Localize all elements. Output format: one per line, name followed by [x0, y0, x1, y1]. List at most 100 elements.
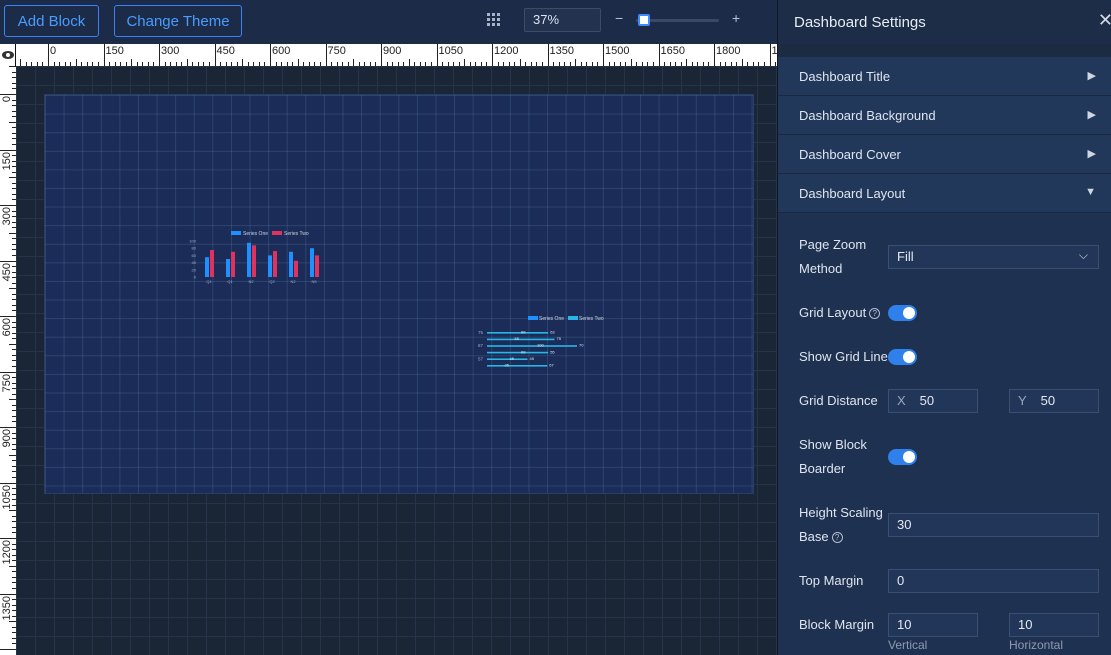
x-tick-label: Q1 — [206, 279, 212, 284]
ruler-tick — [0, 260, 16, 262]
label-line: Show Block — [799, 437, 867, 452]
dashboard-editor: Add Block Change Theme 37% − + 0 150 300 45… — [0, 0, 1111, 655]
section-dashboard-layout[interactable]: Dashboard Layout ▼ — [778, 174, 1111, 213]
ruler-label: 1350 — [549, 45, 574, 57]
value-label: 68 — [521, 349, 526, 354]
hbar — [487, 358, 528, 360]
grid-layout-toggle[interactable] — [888, 305, 917, 321]
grid-distance-x-input[interactable]: X 50 — [888, 389, 978, 413]
legend-series-one-swatch — [528, 316, 538, 320]
bar-chart-widget[interactable]: Series One Series Two 100 80 60 40 20 0 Q1 Q1 N… — [170, 227, 320, 297]
hbar — [487, 338, 555, 341]
eye-icon — [2, 51, 14, 59]
ruler-tick — [741, 59, 743, 66]
vertical-ruler: 0 150 300 450 600 750 900 1050 1200 1350 — [0, 66, 16, 655]
legend-series-two: Series Two — [579, 316, 604, 322]
section-label: Dashboard Background — [799, 107, 936, 123]
ruler-tick — [0, 482, 16, 484]
ruler-tick — [297, 59, 299, 66]
ruler-tick — [0, 149, 16, 151]
y-tick-label: 100 — [189, 239, 196, 244]
zoom-out-button[interactable]: − — [615, 10, 623, 26]
ruler-label: 300 — [161, 45, 180, 57]
ruler-tick — [20, 59, 22, 66]
ruler-tick — [769, 44, 771, 66]
grid-layout-label: Grid Layout? — [799, 301, 881, 325]
show-block-border-toggle[interactable] — [888, 449, 917, 465]
value-label: 100 — [537, 343, 544, 348]
top-margin-input[interactable]: 0 — [888, 569, 1099, 593]
change-theme-button[interactable]: Change Theme — [114, 5, 242, 37]
ruler-label: 1200 — [494, 45, 519, 57]
ruler-label: 1050 — [438, 45, 463, 57]
ruler-tick — [325, 44, 327, 66]
bar-series-two — [273, 251, 277, 277]
x-tick-label: N2 — [248, 279, 254, 284]
close-icon[interactable]: ✕ — [1098, 10, 1111, 31]
height-scaling-input[interactable]: 30 — [888, 513, 1099, 537]
ruler-label: 600 — [272, 45, 291, 57]
show-grid-lines-toggle[interactable] — [888, 349, 917, 365]
ruler-label: 0 — [1, 96, 13, 103]
value-label: 35 — [505, 363, 510, 368]
page-zoom-select[interactable]: Fill ⌵ — [888, 245, 1099, 269]
block-margin-horizontal-input[interactable]: 10 — [1009, 613, 1099, 637]
zoom-in-button[interactable]: + — [732, 10, 740, 26]
ruler-tick — [9, 121, 16, 123]
height-scaling-label: Height Scaling Base? — [799, 501, 883, 549]
ruler-label: 450 — [1, 262, 13, 281]
ruler-tick — [464, 59, 466, 66]
value-label: 63 — [550, 330, 555, 335]
ruler-label: 1350 — [1, 595, 13, 620]
ruler-tick — [0, 538, 16, 539]
grid-distance-y-input[interactable]: Y 50 — [1009, 389, 1099, 413]
x-tick-label: N2 — [290, 279, 296, 284]
dashboard-canvas[interactable]: Series One Series Two 100 80 60 40 20 0 Q1 Q1 N… — [44, 94, 754, 494]
section-label: Dashboard Cover — [799, 146, 901, 162]
ruler-tick — [630, 59, 632, 66]
block-margin-vertical-input[interactable]: 10 — [888, 613, 978, 637]
hbar — [487, 365, 548, 367]
help-icon[interactable]: ? — [831, 532, 843, 544]
canvas-workspace[interactable]: Series One Series Two 100 80 60 40 20 0 Q1 Q1 N… — [16, 66, 777, 655]
ruler-label: 0 — [50, 45, 57, 57]
ruler-label: 900 — [383, 45, 402, 57]
grid-icon[interactable] — [486, 12, 502, 28]
ruler-toggle[interactable] — [0, 44, 16, 66]
y-tick-label: 80 — [192, 246, 197, 251]
section-dashboard-cover[interactable]: Dashboard Cover ▶ — [778, 135, 1111, 174]
ruler-tick — [686, 59, 688, 66]
ruler-tick — [9, 343, 16, 345]
ruler-tick — [9, 399, 16, 401]
y-tick-label: 60 — [192, 253, 197, 258]
ruler-tick — [242, 59, 244, 66]
hbar-chart-widget[interactable]: Series One Series Two 75 68 63 55 75 87 100 70 6… — [473, 312, 613, 372]
ruler-tick — [270, 44, 271, 66]
show-grid-lines-label: Show Grid Lines — [799, 349, 895, 364]
legend-series-two-swatch — [272, 231, 282, 235]
y-tick-label: 0 — [194, 275, 197, 280]
section-label: Dashboard Layout — [799, 185, 906, 201]
hbar — [487, 332, 549, 334]
ruler-label: 1500 — [605, 45, 630, 57]
ruler-label: 900 — [1, 429, 13, 448]
ruler-tick — [603, 44, 604, 66]
help-icon[interactable]: ? — [869, 308, 881, 320]
zoom-slider-handle[interactable] — [638, 14, 651, 26]
ruler-tick — [9, 565, 16, 567]
section-dashboard-background[interactable]: Dashboard Background ▶ — [778, 96, 1111, 135]
section-label: Dashboard Title — [799, 68, 891, 84]
ruler-tick — [186, 59, 188, 66]
zoom-input[interactable]: 37% — [524, 8, 601, 32]
section-dashboard-title[interactable]: Dashboard Title ▶ — [778, 57, 1111, 96]
add-block-button[interactable]: Add Block — [4, 5, 99, 37]
chevron-right-icon: ▶ — [1087, 148, 1096, 160]
bar-series-one — [289, 251, 293, 277]
panel-header: Dashboard Settings ✕ — [778, 0, 1111, 44]
legend-series-two-swatch — [568, 316, 578, 320]
ruler-tick — [9, 510, 16, 512]
chevron-down-icon: ▼ — [1085, 186, 1096, 198]
legend-series-one: Series One — [243, 231, 268, 237]
ruler-label: 1650 — [660, 45, 685, 57]
label-line: Boarder — [799, 461, 846, 476]
